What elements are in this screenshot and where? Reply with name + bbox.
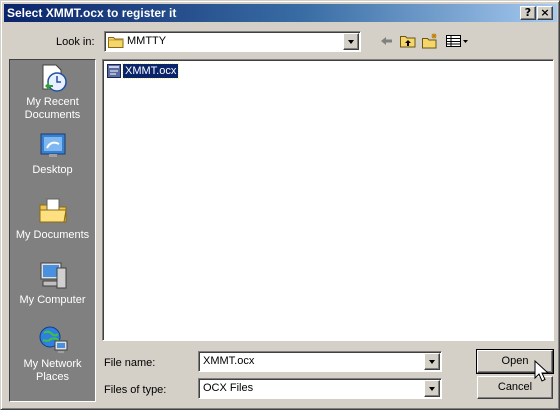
place-label: My Network Places (23, 358, 82, 383)
back-arrow-icon[interactable] (378, 33, 396, 49)
my-documents-icon (39, 198, 67, 223)
place-my-documents[interactable]: My Documents (10, 195, 95, 242)
network-places-icon (39, 326, 67, 353)
place-label: My Computer (19, 294, 86, 306)
file-name-field[interactable]: XMMT.ocx (198, 351, 442, 372)
file-type-label: Files of type: (104, 384, 167, 396)
place-my-computer[interactable]: My Computer (10, 260, 95, 307)
my-computer-icon (40, 262, 66, 289)
look-in-label: Look in: (56, 36, 95, 48)
help-button[interactable]: ? (520, 6, 536, 20)
places-bar: My Recent Documents Desktop My Documents (9, 59, 96, 402)
look-in-dropdown-arrow-icon[interactable] (343, 33, 359, 50)
desktop-icon (40, 133, 65, 157)
recent-documents-icon (42, 64, 67, 92)
mouse-pointer-icon (534, 360, 550, 382)
file-type-value: OCX Files (203, 382, 254, 394)
place-label: My Documents (15, 229, 90, 241)
look-in-dropdown[interactable]: MMTTY (104, 31, 361, 52)
place-desktop[interactable]: Desktop (10, 130, 95, 177)
up-one-level-icon[interactable] (399, 33, 417, 49)
open-file-dialog: Select XMMT.ocx to register it ? × Look … (0, 0, 560, 410)
file-name-label: File name: (104, 357, 156, 369)
file-name: XMMT.ocx (121, 63, 180, 79)
view-menu-icon[interactable] (445, 33, 469, 49)
place-label: My Recent Documents (24, 96, 81, 121)
title-bar[interactable]: Select XMMT.ocx to register it ? × (4, 4, 557, 22)
file-name-value: XMMT.ocx (203, 355, 255, 367)
folder-icon (108, 37, 124, 48)
new-folder-icon[interactable] (421, 33, 439, 49)
file-list[interactable]: XMMT.ocx (102, 59, 554, 341)
dialog-title: Select XMMT.ocx to register it (7, 6, 177, 20)
place-label: Desktop (32, 164, 73, 176)
place-my-recent-documents[interactable]: My Recent Documents (10, 62, 95, 122)
file-type-dropdown-arrow-icon[interactable] (424, 380, 440, 397)
place-my-network-places[interactable]: My Network Places (10, 324, 95, 384)
ocx-file-icon (107, 64, 121, 78)
close-button[interactable]: × (537, 6, 553, 20)
file-type-dropdown[interactable]: OCX Files (198, 378, 442, 399)
file-name-dropdown-arrow-icon[interactable] (424, 353, 440, 370)
look-in-value: MMTTY (127, 35, 167, 47)
